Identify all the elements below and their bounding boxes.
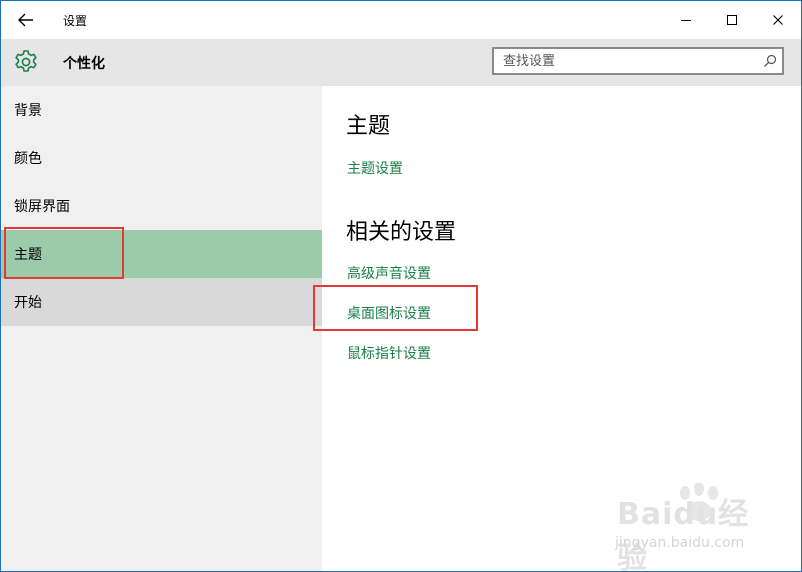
- search-icon: [764, 54, 777, 67]
- watermark-logo: Baidu经验: [617, 497, 750, 572]
- title-bar: 设置: [1, 1, 801, 39]
- search-input[interactable]: [494, 49, 758, 73]
- link-desktop-icon-settings[interactable]: 桌面图标设置: [347, 303, 431, 323]
- watermark-url: jingyan.baidu.com: [615, 535, 745, 551]
- close-button[interactable]: [755, 1, 801, 39]
- sidebar: 背景 颜色 锁屏界面 主题 开始: [1, 86, 322, 571]
- link-advanced-sound-settings[interactable]: 高级声音设置: [347, 263, 431, 283]
- window-controls: [663, 1, 801, 39]
- window-title: 设置: [63, 13, 88, 28]
- sidebar-item-lock-screen[interactable]: 锁屏界面: [1, 182, 322, 230]
- section-title-related-settings: 相关的设置: [346, 220, 457, 245]
- page-title: 个性化: [63, 56, 105, 72]
- watermark: Baidu经验 jingyan.baidu.com: [613, 483, 763, 571]
- sidebar-item-background[interactable]: 背景: [1, 86, 322, 134]
- maximize-button[interactable]: [709, 1, 755, 39]
- back-button[interactable]: [1, 1, 51, 39]
- settings-window: 设置 个性化 查找设置 背景 颜色 锁屏界面 主题 开始 主题 主题设置 相关的…: [0, 0, 802, 572]
- back-arrow-icon: [18, 13, 33, 27]
- sidebar-item-label: 主题: [14, 247, 42, 263]
- search-button[interactable]: [758, 49, 782, 73]
- sidebar-item-label: 开始: [14, 295, 42, 311]
- section-title-themes: 主题: [346, 114, 391, 139]
- page-header: 个性化: [1, 39, 801, 86]
- search-box[interactable]: [492, 47, 784, 75]
- sidebar-item-colors[interactable]: 颜色: [1, 134, 322, 182]
- close-icon: [773, 15, 783, 25]
- link-mouse-pointer-settings[interactable]: 鼠标指针设置: [347, 343, 431, 363]
- sidebar-item-label: 锁屏界面: [14, 199, 70, 215]
- minimize-button[interactable]: [663, 1, 709, 39]
- sidebar-item-label: 背景: [14, 103, 42, 119]
- sidebar-item-themes[interactable]: 主题: [1, 230, 322, 278]
- minimize-icon: [681, 20, 691, 21]
- gear-icon: [15, 50, 37, 72]
- sidebar-item-start[interactable]: 开始: [1, 278, 322, 326]
- sidebar-item-label: 颜色: [14, 151, 42, 167]
- maximize-icon: [727, 15, 737, 25]
- link-theme-settings[interactable]: 主题设置: [347, 158, 403, 178]
